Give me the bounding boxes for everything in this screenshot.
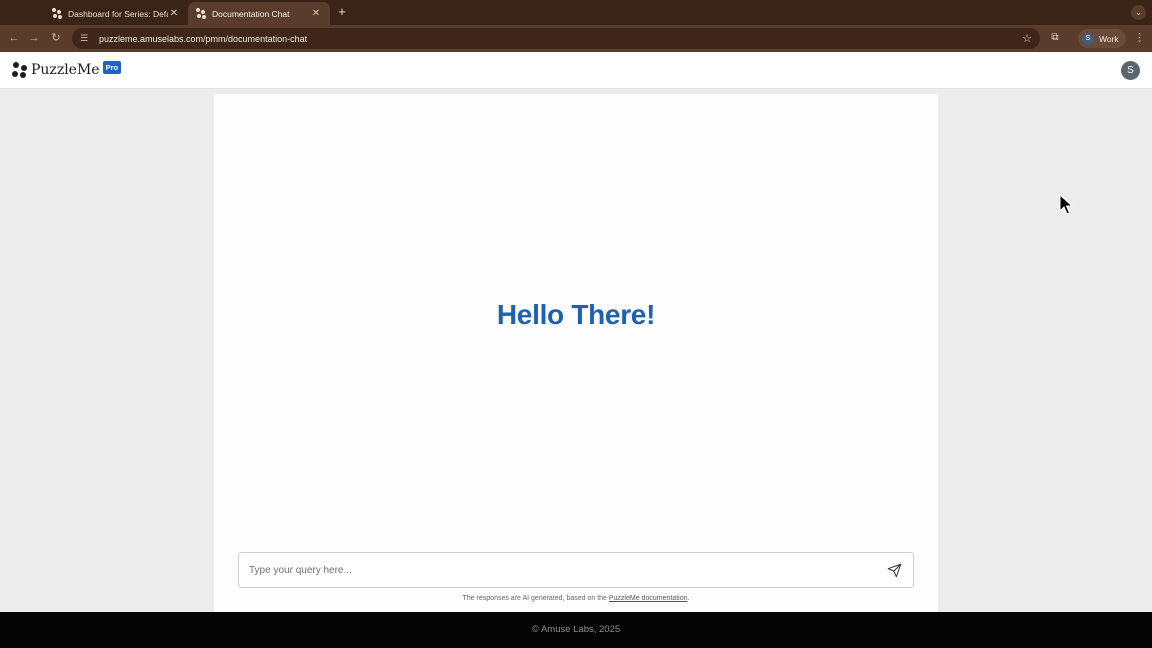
back-arrow-icon[interactable]: ← xyxy=(6,30,22,46)
ai-disclaimer: The responses are AI generated, based on… xyxy=(214,595,938,602)
close-tab-icon[interactable]: ✕ xyxy=(310,8,322,19)
greeting-heading: Hello There! xyxy=(496,299,656,330)
browser-tab-strip: Dashboard for Series: Default ✕ Document… xyxy=(0,0,1152,25)
pro-badge: Pro xyxy=(102,60,122,74)
send-button[interactable] xyxy=(885,561,903,579)
bookmark-star-icon[interactable]: ☆ xyxy=(1022,32,1032,45)
puzzleme-logo-icon xyxy=(12,62,28,78)
user-avatar[interactable]: S xyxy=(1121,61,1140,80)
site-settings-icon[interactable]: ☰ xyxy=(80,33,92,44)
address-bar[interactable]: ☰ puzzleme.amuselabs.com/pmm/documentati… xyxy=(72,28,1040,49)
app-header: PuzzleMe Pro S xyxy=(0,52,1152,89)
forward-arrow-icon[interactable]: → xyxy=(26,30,42,46)
browser-menu-icon[interactable]: ⋮ xyxy=(1134,31,1145,45)
disclaimer-end: . xyxy=(687,595,690,602)
tab-search-chevron-icon[interactable]: ⌄ xyxy=(1131,5,1146,20)
new-tab-button[interactable]: + xyxy=(334,4,350,20)
chat-panel: Hello There! The responses are AI genera… xyxy=(214,94,938,612)
tab-title: Documentation Chat xyxy=(212,8,290,19)
extensions-puzzle-icon[interactable]: ⧉ xyxy=(1048,31,1062,45)
disclaimer-text: The responses are AI generated, based on… xyxy=(462,595,609,602)
logo-text: PuzzleMe xyxy=(31,62,100,78)
profile-label: Work xyxy=(1099,33,1119,44)
documentation-link[interactable]: PuzzleMe documentation xyxy=(609,595,688,602)
profile-button[interactable]: S Work xyxy=(1078,29,1126,48)
query-input[interactable] xyxy=(249,564,885,576)
puzzleme-logo[interactable]: PuzzleMe Pro xyxy=(12,60,122,78)
tab-dashboard[interactable]: Dashboard for Series: Default ✕ xyxy=(44,2,188,25)
query-box xyxy=(238,552,914,588)
send-icon xyxy=(887,563,901,577)
close-tab-icon[interactable]: ✕ xyxy=(168,8,180,19)
copyright-text: © Amuse Labs, 2025 xyxy=(531,624,621,635)
puzzleme-favicon-icon xyxy=(52,8,63,19)
browser-toolbar: ← → ↻ ☰ puzzleme.amuselabs.com/pmm/docum… xyxy=(0,25,1152,52)
puzzleme-favicon-icon xyxy=(196,8,207,19)
mouse-cursor-icon xyxy=(1059,194,1073,215)
reload-icon[interactable]: ↻ xyxy=(48,30,64,46)
page-footer: © Amuse Labs, 2025 xyxy=(0,612,1152,648)
tab-documentation-chat[interactable]: Documentation Chat ✕ xyxy=(188,2,330,25)
tab-title: Dashboard for Series: Default xyxy=(68,8,168,19)
profile-avatar: S xyxy=(1082,32,1094,45)
url-text: puzzleme.amuselabs.com/pmm/documentation… xyxy=(99,33,308,44)
